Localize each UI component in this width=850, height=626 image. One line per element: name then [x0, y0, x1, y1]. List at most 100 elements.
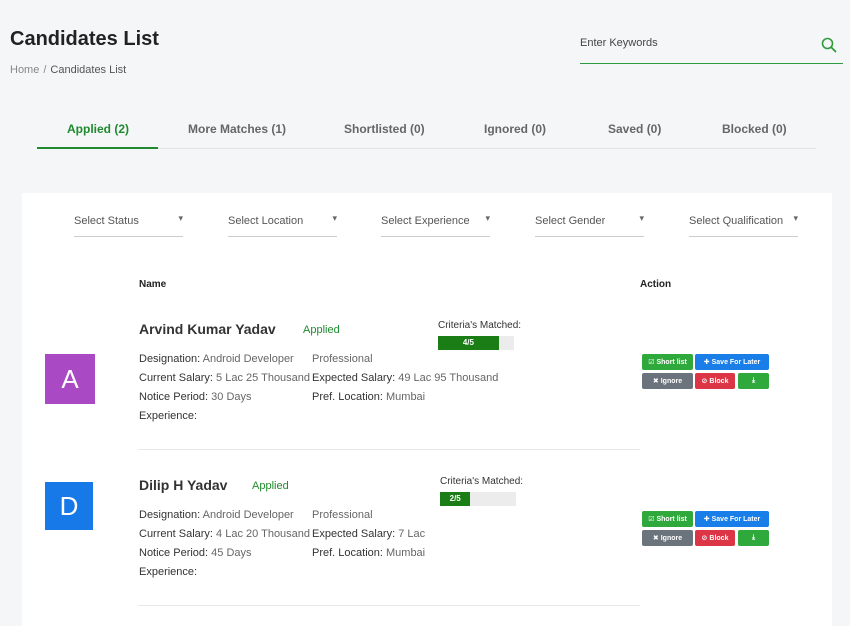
- column-header-name: Name: [139, 279, 167, 290]
- location-value: Mumbai: [386, 547, 426, 559]
- expected-salary-value: 49 Lac 95 Thousand: [398, 372, 499, 384]
- tab-shortlisted[interactable]: Shortlisted (0): [344, 122, 425, 136]
- plus-icon: ✚: [703, 516, 710, 523]
- ban-icon: ⊘: [701, 378, 708, 385]
- download-icon: ⤓: [751, 534, 756, 541]
- shortlist-button-label: Short list: [656, 358, 687, 366]
- column-header-action: Action: [640, 279, 672, 290]
- candidate-name[interactable]: Arvind Kumar Yadav: [139, 321, 276, 337]
- location-label: Pref. Location:: [312, 547, 383, 559]
- criteria-label: Criteria's Matched:: [438, 320, 522, 331]
- tab-saved[interactable]: Saved (0): [608, 122, 661, 136]
- caret-down-icon: ▾: [639, 213, 644, 223]
- save-for-later-label: Save For Later: [711, 515, 761, 523]
- page-title: Candidates List: [10, 28, 159, 50]
- breadcrumb-separator: /: [43, 64, 47, 76]
- experience-label: Experience:: [139, 566, 198, 578]
- row-divider: [138, 605, 640, 606]
- filter-location[interactable]: Select Location ▾: [228, 213, 337, 237]
- candidate-tabs: Applied (2) More Matches (1) Shortlisted…: [37, 112, 816, 149]
- designation-value: Android Developer: [202, 353, 294, 365]
- ignore-button-label: Ignore: [660, 534, 683, 542]
- current-salary-value: 5 Lac 25 Thousand: [216, 372, 311, 384]
- candidate-details-right: Professional Expected Salary: 49 Lac 95 …: [312, 350, 498, 407]
- breadcrumb: Home / Candidates List: [10, 64, 126, 76]
- status-badge: Applied: [252, 480, 289, 492]
- notice-period-value: 45 Days: [211, 547, 252, 559]
- status-badge: Applied: [303, 324, 340, 336]
- save-for-later-button[interactable]: ✚ Save For Later: [695, 511, 769, 527]
- caret-down-icon: ▾: [485, 213, 490, 223]
- filter-gender[interactable]: Select Gender ▾: [535, 213, 644, 237]
- caret-down-icon: ▾: [793, 213, 798, 223]
- criteria-label: Criteria's Matched:: [440, 476, 524, 487]
- filter-experience-label: Select Experience: [381, 215, 470, 227]
- notice-period-label: Notice Period:: [139, 547, 209, 559]
- filter-status-label: Select Status: [74, 215, 139, 227]
- caret-down-icon: ▾: [332, 213, 337, 223]
- notice-period-label: Notice Period:: [139, 391, 209, 403]
- ban-icon: ⊘: [701, 535, 708, 542]
- experience-label: Experience:: [139, 410, 198, 422]
- notice-period-value: 30 Days: [211, 391, 252, 403]
- designation-value: Android Developer: [202, 509, 294, 521]
- avatar: A: [45, 354, 95, 404]
- criteria-progress-text: 2/5: [449, 494, 461, 503]
- row-divider: [138, 449, 640, 450]
- block-button[interactable]: ⊘ Block: [695, 530, 735, 546]
- tab-blocked[interactable]: Blocked (0): [722, 122, 787, 136]
- save-for-later-button[interactable]: ✚ Save For Later: [695, 354, 769, 370]
- active-tab-indicator: [37, 147, 158, 149]
- block-button[interactable]: ⊘ Block: [695, 373, 735, 389]
- criteria-progress-text: 4/5: [462, 338, 474, 347]
- expected-salary-label: Expected Salary:: [312, 528, 396, 540]
- breadcrumb-current: Candidates List: [50, 64, 127, 76]
- candidate-name[interactable]: Dilip H Yadav: [139, 477, 227, 493]
- filter-status[interactable]: Select Status ▾: [74, 213, 183, 237]
- tab-ignored[interactable]: Ignored (0): [484, 122, 546, 136]
- shortlist-button[interactable]: ☑ Short list: [642, 511, 693, 527]
- filter-location-label: Select Location: [228, 215, 304, 227]
- tab-applied[interactable]: Applied (2): [67, 122, 129, 136]
- block-button-label: Block: [709, 377, 729, 385]
- check-square-icon: ☑: [648, 516, 655, 523]
- search-bar: [580, 30, 843, 64]
- shortlist-button[interactable]: ☑ Short list: [642, 354, 693, 370]
- download-icon: ⤓: [751, 377, 756, 384]
- criteria-progress-bar: 2/5: [440, 492, 516, 506]
- criteria-progress-bar: 4/5: [438, 336, 514, 350]
- block-button-label: Block: [709, 534, 729, 542]
- ignore-button[interactable]: ✖ Ignore: [642, 530, 693, 546]
- current-salary-value: 4 Lac 20 Thousand: [216, 528, 311, 540]
- candidate-details-right: Professional Expected Salary: 7 Lac Pref…: [312, 506, 425, 563]
- candidate-type: Professional: [312, 509, 373, 521]
- location-value: Mumbai: [386, 391, 426, 403]
- download-button[interactable]: ⤓: [738, 373, 769, 389]
- current-salary-label: Current Salary:: [139, 528, 213, 540]
- close-icon: ✖: [652, 535, 659, 542]
- tab-more-matches[interactable]: More Matches (1): [188, 122, 286, 136]
- shortlist-button-label: Short list: [656, 515, 687, 523]
- candidates-card: Select Status ▾ Select Location ▾ Select E…: [22, 193, 832, 626]
- filter-qualification[interactable]: Select Qualification ▾: [689, 213, 798, 237]
- filter-experience[interactable]: Select Experience ▾: [381, 213, 490, 237]
- designation-label: Designation:: [139, 509, 201, 521]
- check-square-icon: ☑: [648, 359, 655, 366]
- search-input[interactable]: [580, 37, 810, 49]
- search-icon[interactable]: [821, 37, 837, 53]
- caret-down-icon: ▾: [178, 213, 183, 223]
- candidate-details-left: Designation: Android Developer Current S…: [139, 350, 310, 426]
- expected-salary-value: 7 Lac: [398, 528, 426, 540]
- filter-qualification-label: Select Qualification: [689, 215, 784, 227]
- ignore-button[interactable]: ✖ Ignore: [642, 373, 693, 389]
- breadcrumb-home[interactable]: Home: [10, 64, 39, 76]
- avatar: D: [45, 482, 93, 530]
- save-for-later-label: Save For Later: [711, 358, 761, 366]
- close-icon: ✖: [652, 378, 659, 385]
- download-button[interactable]: ⤓: [738, 530, 769, 546]
- plus-icon: ✚: [703, 359, 710, 366]
- location-label: Pref. Location:: [312, 391, 383, 403]
- candidate-details-left: Designation: Android Developer Current S…: [139, 506, 310, 582]
- current-salary-label: Current Salary:: [139, 372, 213, 384]
- ignore-button-label: Ignore: [660, 377, 683, 385]
